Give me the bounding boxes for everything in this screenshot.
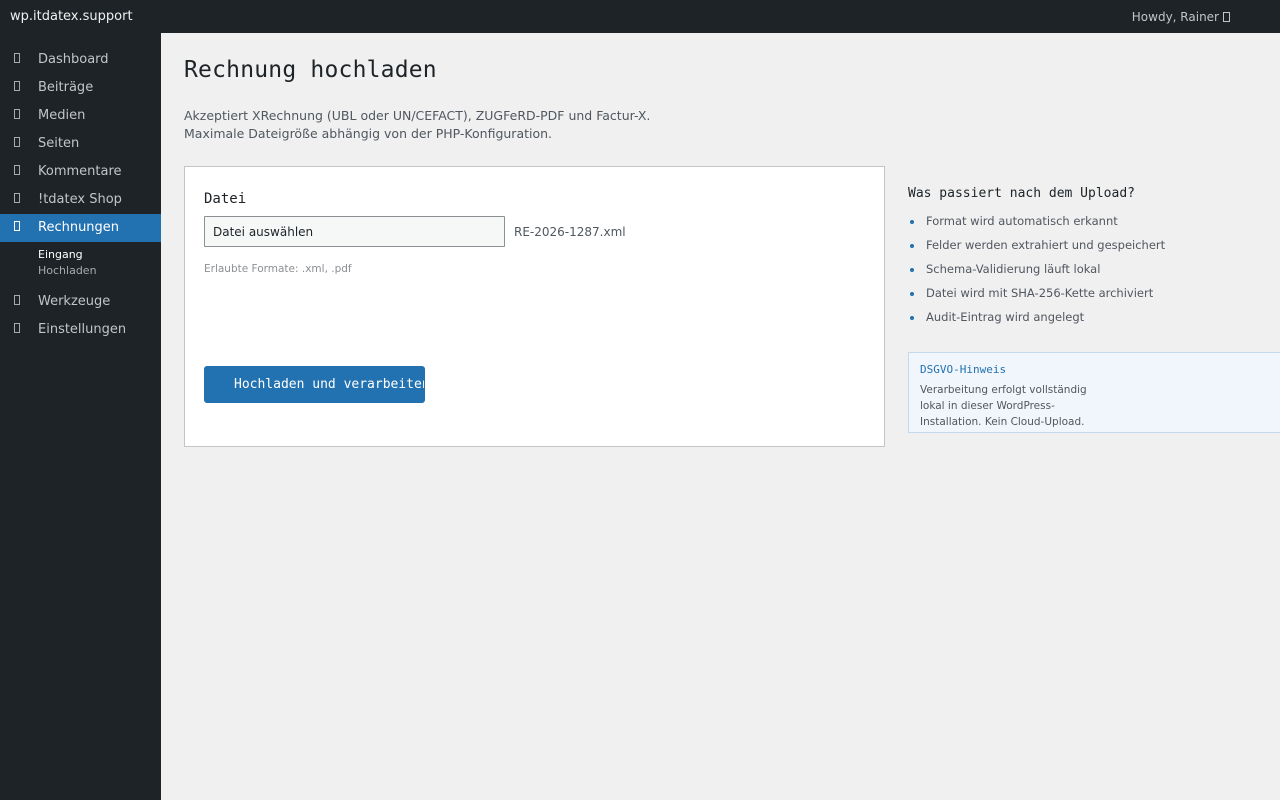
intro-line-filesize: Maximale Dateigröße abhängig von der PHP… <box>184 126 553 141</box>
step-text: Audit-Eintrag wird angelegt <box>926 310 1085 324</box>
list-item: Datei wird mit SHA-256-Kette archiviert <box>908 286 1280 310</box>
shop-icon <box>14 193 20 203</box>
sidebar-item-rechnungen[interactable]: Rechnungen <box>0 214 161 242</box>
allowed-formats-hint: Erlaubte Formate: .xml, .pdf <box>204 263 352 275</box>
process-steps-list: Format wird automatisch erkannt Felder w… <box>908 214 1280 334</box>
sidebar-item-seiten[interactable]: Seiten <box>0 130 161 158</box>
sidebar-item-beitraege[interactable]: Beiträge <box>0 74 161 102</box>
info-panel-title: Was passiert nach dem Upload? <box>908 186 1135 201</box>
upload-form-card: Datei Datei auswählen RE-2026-1287.xml E… <box>184 166 885 447</box>
sidebar-item-label: Rechnungen <box>38 220 120 235</box>
bullet-icon <box>910 244 914 248</box>
bullet-icon <box>910 220 914 224</box>
bullet-icon <box>910 316 914 320</box>
comment-icon <box>14 165 20 175</box>
sidebar-item-medien[interactable]: Medien <box>0 102 161 130</box>
upload-submit-label: Hochladen und verarbeiten <box>234 377 425 392</box>
sidebar-item-label: Kommentare <box>38 164 122 179</box>
list-item: Schema-Validierung läuft lokal <box>908 262 1280 286</box>
site-name-link[interactable]: wp.itdatex.support <box>10 9 133 24</box>
sidebar-item-werkzeuge[interactable]: Werkzeuge <box>0 288 161 316</box>
user-avatar-icon <box>1223 12 1230 22</box>
submenu-item-eingang[interactable]: Eingang <box>0 247 161 263</box>
invoice-icon <box>14 221 20 231</box>
step-text: Datei wird mit SHA-256-Kette archiviert <box>926 286 1154 300</box>
sidebar-item-einstellungen[interactable]: Einstellungen <box>0 316 161 344</box>
sidebar-item-shop[interactable]: !tdatex Shop <box>0 186 161 214</box>
admin-bar: wp.itdatex.support Howdy, Rainer <box>0 0 1280 33</box>
bullet-icon <box>910 268 914 272</box>
step-text: Format wird automatisch erkannt <box>926 214 1118 228</box>
sidebar-item-kommentare[interactable]: Kommentare <box>0 158 161 186</box>
gdpr-notice-text: Verarbeitung erfolgt vollständig lokal i… <box>920 384 1087 428</box>
sidebar-item-label: Dashboard <box>38 52 109 67</box>
sidebar-item-label: Werkzeuge <box>38 294 111 309</box>
submenu-item-hochladen[interactable]: Hochladen <box>0 263 161 279</box>
file-chooser-button[interactable]: Datei auswählen <box>204 216 505 247</box>
gdpr-notice-title: DSGVO-Hinweis <box>920 363 1007 376</box>
sidebar-submenu-container: Eingang Hochladen <box>0 242 161 288</box>
main-content: Rechnung hochladen Akzeptiert XRechnung … <box>161 33 1280 800</box>
list-item: Audit-Eintrag wird angelegt <box>908 310 1280 334</box>
page-icon <box>14 137 20 147</box>
info-panel: Was passiert nach dem Upload? Format wir… <box>908 186 1280 433</box>
sidebar-item-label: Seiten <box>38 136 80 151</box>
selected-file-name: RE-2026-1287.xml <box>514 225 626 239</box>
sidebar-item-dashboard[interactable]: Dashboard <box>0 46 161 74</box>
sidebar-item-label: Beiträge <box>38 80 94 95</box>
settings-icon <box>14 323 20 333</box>
admin-menu: Dashboard Beiträge Medien Seiten Komment… <box>0 33 161 344</box>
user-account-menu[interactable]: Howdy, Rainer <box>1132 10 1230 24</box>
bullet-icon <box>910 292 914 296</box>
howdy-label: Howdy, Rainer <box>1131 10 1219 24</box>
sidebar-item-label: Medien <box>38 108 86 123</box>
tools-icon <box>14 295 20 305</box>
dashboard-icon <box>14 53 20 63</box>
admin-sidebar: Dashboard Beiträge Medien Seiten Komment… <box>0 33 161 800</box>
file-field-label: Datei <box>204 191 247 207</box>
intro-line-formats: Akzeptiert XRechnung (UBL oder UN/CEFACT… <box>184 108 651 123</box>
step-text: Felder werden extrahiert und gespeichert <box>926 238 1166 252</box>
list-item: Format wird automatisch erkannt <box>908 214 1280 238</box>
step-text: Schema-Validierung läuft lokal <box>926 262 1101 276</box>
sidebar-item-label: !tdatex Shop <box>38 192 122 207</box>
list-item: Felder werden extrahiert und gespeichert <box>908 238 1280 262</box>
file-chooser-label: Datei auswählen <box>213 225 314 239</box>
intro-text: Akzeptiert XRechnung (UBL oder UN/CEFACT… <box>184 107 650 143</box>
sidebar-item-label: Einstellungen <box>38 322 127 337</box>
pin-icon <box>14 81 20 91</box>
sidebar-submenu: Eingang Hochladen <box>0 242 161 288</box>
gdpr-notice: DSGVO-Hinweis Verarbeitung erfolgt volls… <box>908 352 1280 433</box>
upload-submit-button[interactable]: Hochladen und verarbeiten <box>204 366 425 403</box>
page-title: Rechnung hochladen <box>184 57 437 83</box>
media-icon <box>14 109 20 119</box>
